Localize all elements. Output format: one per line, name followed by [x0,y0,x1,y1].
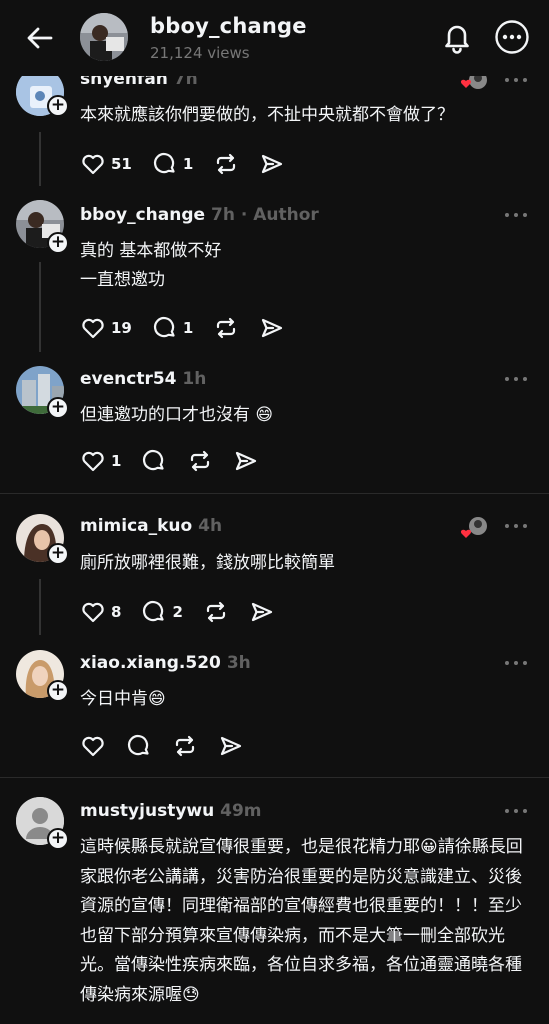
comment-text: 今日中肯😄 [80,689,166,709]
like-count: 8 [111,603,122,621]
thread-line [39,132,41,186]
repost-button[interactable] [187,448,213,474]
like-count: 19 [111,319,132,337]
author-tag: · Author [234,205,319,225]
comment-icon [143,449,165,471]
bell-icon[interactable] [440,20,474,54]
share-button[interactable] [259,151,285,177]
comment-more-icon[interactable] [503,659,529,667]
reply-count: 1 [182,155,194,173]
reply-button[interactable]: 1 [152,151,193,177]
reply-count: 2 [172,603,183,621]
comment-text: 本來就應該你們要做的，不扯中央就都不會做了？ [80,105,454,125]
top-bar: bboy_change 21,124 views [0,0,549,76]
like-count: 51 [111,155,132,173]
repost-button[interactable] [213,151,239,177]
comment-actions: 19 1 [80,313,305,343]
share-button[interactable] [218,733,244,759]
thread-line [39,579,41,635]
comment-username[interactable]: bboy_change 7h · Author [80,205,319,225]
like-button[interactable]: 19 [80,315,132,341]
repost-icon [206,601,225,623]
reply-button[interactable] [126,733,152,759]
comment-actions: 1 [80,446,279,476]
comment-icon [143,600,165,622]
follow-plus-icon[interactable]: + [47,828,69,850]
reply-button[interactable]: 1 [152,315,193,341]
page-title: bboy_change [150,14,307,38]
comment-username[interactable]: evenctr54 1h [80,369,206,389]
heart-icon [82,318,104,339]
share-button[interactable] [259,315,285,341]
heart-icon [82,602,104,623]
like-count: 1 [111,452,122,470]
repost-icon [217,317,236,339]
reply-button[interactable]: 2 [141,599,183,625]
comment-actions: 51 1 [80,149,305,179]
reply-count: 1 [182,319,194,337]
comment-username[interactable]: mustyjustywu 49m [80,801,262,821]
follow-plus-icon[interactable]: + [47,232,69,254]
comment-icon [127,734,149,756]
share-button[interactable] [233,448,259,474]
follow-plus-icon[interactable]: + [47,680,69,702]
comment-actions: 8 2 [80,597,295,627]
send-icon [262,154,283,174]
repost-icon [175,735,195,757]
divider [0,777,549,778]
follow-plus-icon[interactable]: + [47,543,69,565]
thread-line [39,262,41,352]
comment-actions [80,731,264,761]
like-button[interactable]: 1 [80,448,121,474]
repost-icon [217,153,236,175]
comment-text: 這時候縣長就說宣傳很重要，也是很花精力耶😀請徐縣長回家跟你老公講講，災害防治很重… [80,837,523,1005]
liked-by-author-icon [460,517,487,538]
comment-username[interactable]: mimica_kuo 4h [80,516,222,536]
heart-icon [82,736,104,757]
send-icon [236,451,257,471]
arrow-left-icon[interactable] [24,22,56,54]
divider [0,493,549,494]
comment-username[interactable]: xiao.xiang.520 3h [80,653,251,673]
more-circle-icon[interactable] [494,19,530,55]
comment-more-icon[interactable] [503,375,529,383]
repost-button[interactable] [213,315,239,341]
repost-icon [191,450,210,472]
like-button[interactable] [80,733,106,759]
reply-button[interactable] [141,448,167,474]
comment-more-icon[interactable] [503,807,529,815]
header-avatar[interactable] [80,13,128,61]
like-button[interactable]: 51 [80,151,132,177]
follow-plus-icon[interactable]: + [47,95,69,117]
comment-more-icon[interactable] [503,211,529,219]
repost-button[interactable] [203,599,229,625]
heart-icon [82,451,104,472]
comment-text: 真的 基本都做不好 一直想邀功 [80,241,222,290]
like-button[interactable]: 8 [80,599,121,625]
send-icon [262,318,283,338]
repost-button[interactable] [172,733,198,759]
comment-more-icon[interactable] [503,522,529,530]
follow-plus-icon[interactable]: + [47,397,69,419]
comment-icon [153,152,175,174]
comment-more-icon[interactable] [503,76,529,84]
heart-icon [82,154,104,175]
view-count: 21,124 views [150,44,250,62]
comment-text: 廁所放哪裡很難，錢放哪比較簡單 [80,553,335,573]
comment-icon [153,316,175,338]
send-icon [251,602,272,622]
share-button[interactable] [249,599,275,625]
send-icon [220,736,242,756]
comment-text: 但連邀功的口才也沒有 😄 [80,405,274,425]
